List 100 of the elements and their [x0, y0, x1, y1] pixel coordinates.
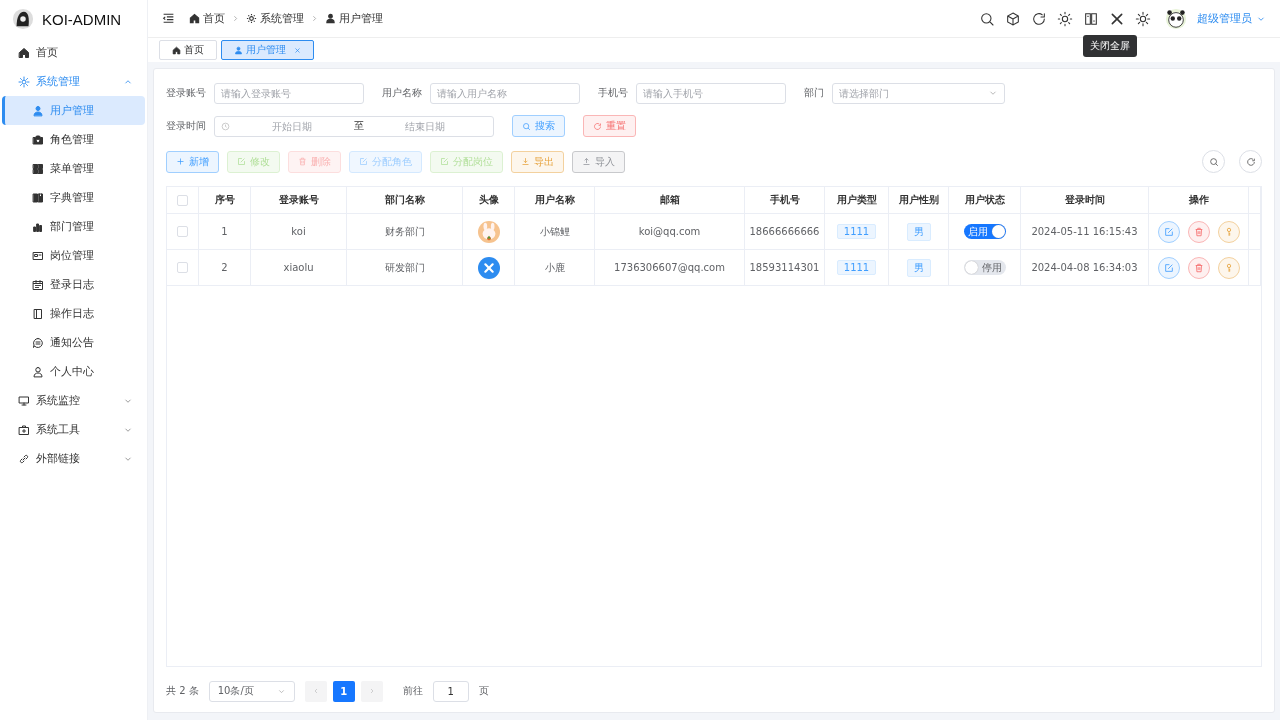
- sidebar-subitem[interactable]: 菜单管理: [2, 154, 145, 183]
- table-cell: 研发部门: [384, 260, 425, 275]
- input-field[interactable]: 请输入手机号: [636, 82, 786, 104]
- edit-icon: [1163, 226, 1174, 237]
- breadcrumb-item[interactable]: 用户管理: [339, 11, 383, 26]
- clock-icon: [221, 121, 230, 131]
- monitor-icon: [18, 394, 30, 407]
- page-input[interactable]: 1: [432, 680, 469, 702]
- table-cell: 18593114301: [749, 262, 820, 273]
- checkbox[interactable]: [177, 262, 188, 273]
- tag: 1111: [836, 224, 877, 239]
- column-header: 序号: [214, 193, 235, 207]
- start-date-field[interactable]: 开始日期: [230, 120, 354, 132]
- chat-icon: [32, 336, 44, 349]
- input-field[interactable]: 请选择部门: [832, 82, 1005, 104]
- table-cell: 1736306607@qq.com: [614, 262, 725, 273]
- home-icon: [18, 46, 30, 59]
- table-cell: koi: [291, 226, 306, 237]
- table-cell: 2024-04-08 16:34:03: [1031, 262, 1138, 273]
- edit-icon: [237, 157, 246, 166]
- cube-icon[interactable]: [1005, 10, 1021, 27]
- collapse-menu-icon[interactable]: [162, 12, 175, 25]
- page-button[interactable]: 1: [332, 680, 355, 702]
- table-cell: 小锦鲤: [539, 224, 570, 239]
- field-label: 用户名称: [382, 86, 422, 100]
- tag: 1111: [836, 260, 877, 275]
- sidebar-subitem[interactable]: 角色管理: [2, 125, 145, 154]
- refresh-icon[interactable]: [1031, 10, 1047, 27]
- column-header: 邮箱: [659, 193, 680, 207]
- column-header: 登录账号: [278, 193, 319, 207]
- search-icon: [522, 121, 531, 131]
- sidebar-subitem[interactable]: 字典管理: [2, 183, 145, 212]
- column-header: 用户名称: [534, 193, 575, 207]
- trash-icon: [1193, 262, 1204, 273]
- key-button[interactable]: [1217, 256, 1240, 279]
- chevron-icon: [310, 14, 319, 23]
- checkbox[interactable]: [177, 194, 188, 206]
- key-button[interactable]: [1217, 220, 1240, 243]
- input-field[interactable]: 请输入登录账号: [214, 82, 364, 104]
- checkbox[interactable]: [177, 226, 188, 237]
- user-avatar[interactable]: [1165, 7, 1187, 30]
- link-icon: [18, 452, 30, 465]
- edit-button[interactable]: [1157, 220, 1180, 243]
- status-switch[interactable]: 启用: [963, 224, 1006, 239]
- toolbox-icon: [18, 423, 30, 436]
- chevron-icon: [231, 14, 240, 23]
- sidebar-subitem[interactable]: 操作日志: [2, 299, 145, 328]
- search-icon: [1208, 156, 1219, 167]
- table-cell: 2: [221, 262, 228, 273]
- breadcrumb-item[interactable]: 首页: [203, 11, 225, 26]
- trash-icon: [298, 157, 307, 166]
- sidebar-item[interactable]: 外部链接: [2, 444, 145, 473]
- delete-button[interactable]: [1187, 256, 1210, 279]
- sidebar-item[interactable]: 系统管理: [2, 67, 145, 96]
- home-icon: [189, 13, 200, 24]
- field-label: 部门: [804, 86, 824, 100]
- range-separator: 至: [353, 119, 364, 133]
- field-label: 手机号: [598, 86, 628, 100]
- upload-icon: [582, 157, 591, 166]
- switch-icon[interactable]: [1083, 10, 1099, 27]
- sidebar-subitem[interactable]: 通知公告: [2, 328, 145, 357]
- total-count: 共 2 条: [166, 684, 199, 698]
- sidebar-subitem[interactable]: 岗位管理: [2, 241, 145, 270]
- tag: 男: [906, 222, 931, 241]
- sidebar-item[interactable]: 首页: [2, 38, 145, 67]
- column-header: 头像: [478, 193, 499, 207]
- column-header: 登录时间: [1064, 193, 1105, 207]
- sidebar-subitem[interactable]: 个人中心: [2, 357, 145, 386]
- logo-icon: [12, 8, 34, 30]
- table-cell: 小鹿: [544, 260, 565, 275]
- sidebar-subitem[interactable]: 部门管理: [2, 212, 145, 241]
- edit-icon: [359, 157, 368, 166]
- refresh-button[interactable]: [1239, 150, 1262, 173]
- person-icon: [32, 365, 44, 378]
- bars-icon: [32, 220, 44, 233]
- status-switch[interactable]: 停用: [963, 260, 1006, 275]
- end-date-field[interactable]: 结束日期: [363, 120, 487, 132]
- home-icon: [172, 45, 181, 55]
- sun-icon[interactable]: [1057, 10, 1073, 27]
- text-input[interactable]: 请输入用户名称: [437, 87, 573, 99]
- edit-button[interactable]: [1157, 256, 1180, 279]
- text-input[interactable]: 请选择部门: [839, 87, 988, 99]
- search-icon[interactable]: [979, 10, 995, 27]
- delete-button[interactable]: [1187, 220, 1210, 243]
- refresh-icon: [593, 121, 602, 131]
- column-header: 手机号: [769, 193, 800, 207]
- user-menu[interactable]: 超级管理员: [1197, 11, 1252, 26]
- column-header: 操作: [1188, 193, 1209, 207]
- text-input[interactable]: 请输入登录账号: [221, 87, 357, 99]
- column-header: 部门名称: [384, 193, 425, 207]
- text-input[interactable]: 请输入手机号: [643, 87, 779, 99]
- field-label: 登录账号: [166, 86, 206, 100]
- edit-icon: [1163, 262, 1174, 273]
- table-cell: xiaolu: [283, 262, 314, 273]
- input-field[interactable]: 请输入用户名称: [430, 82, 580, 104]
- sidebar-subitem[interactable]: 登录日志: [2, 270, 145, 299]
- sidebar-item[interactable]: 系统工具: [2, 415, 145, 444]
- search-toggle-button[interactable]: [1202, 150, 1225, 173]
- sidebar-item[interactable]: 系统监控: [2, 386, 145, 415]
- breadcrumb-item[interactable]: 系统管理: [260, 11, 304, 26]
